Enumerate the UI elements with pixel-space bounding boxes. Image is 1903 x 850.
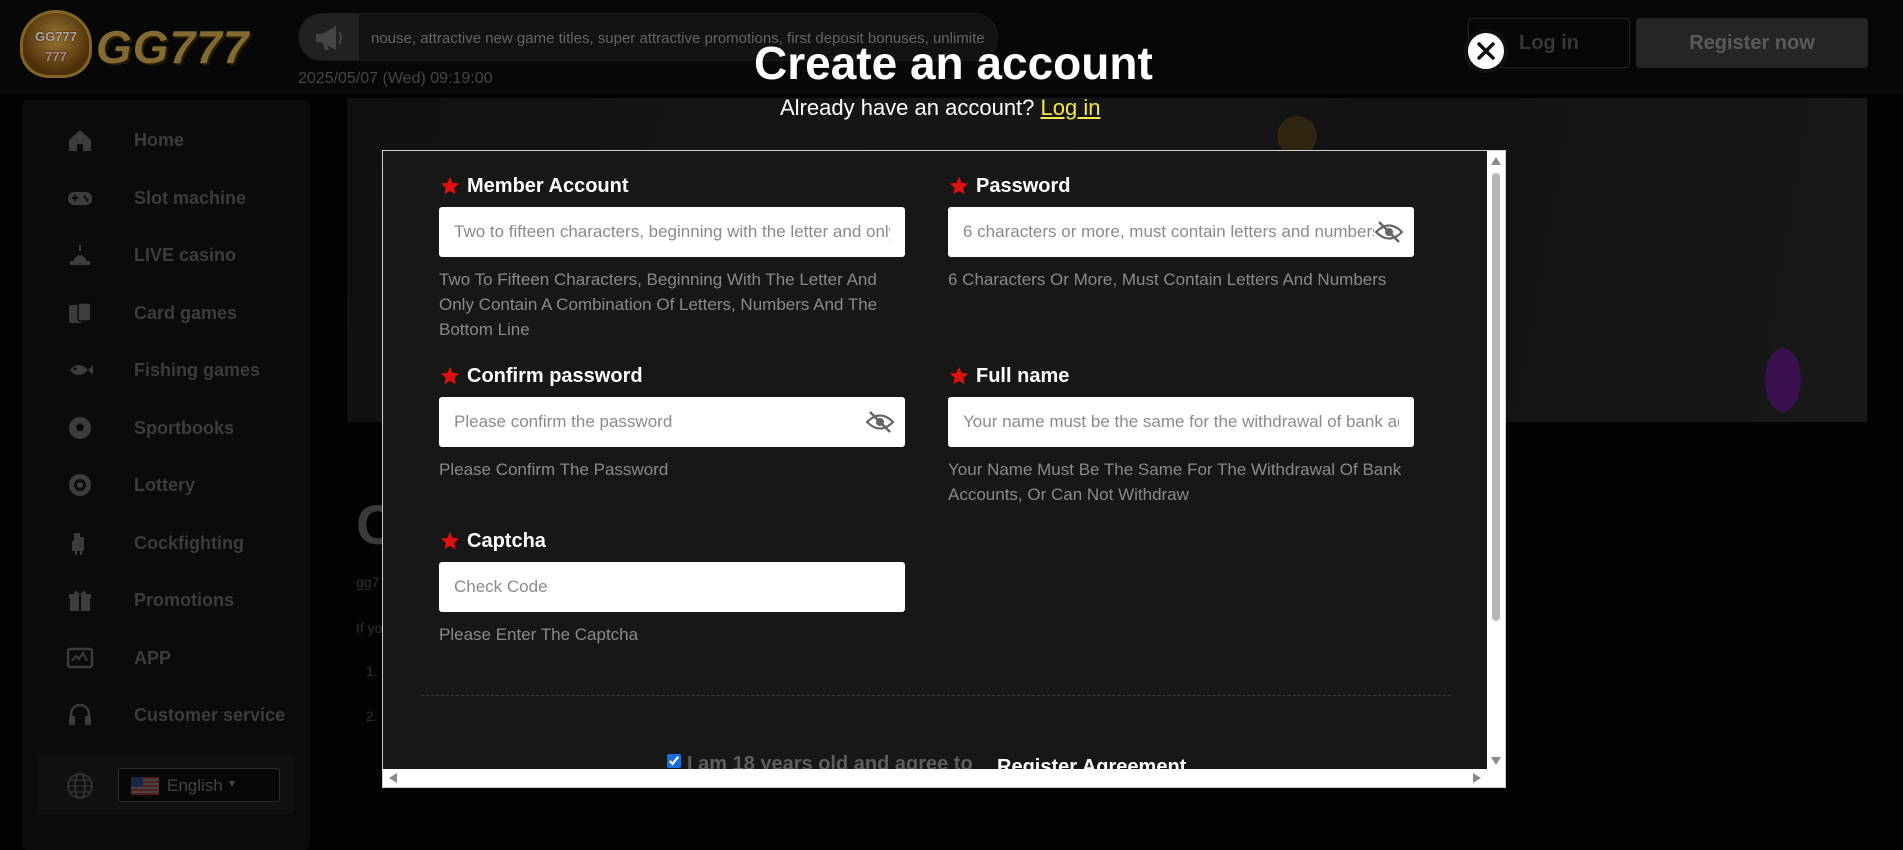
captcha-label: Captcha <box>439 530 905 556</box>
modal-login-link[interactable]: Log in <box>1041 95 1101 120</box>
scroll-down-icon[interactable] <box>1491 757 1501 765</box>
field-label-text: Captcha <box>467 530 546 552</box>
member-account-field: Member Account Two To Fifteen Characters… <box>439 175 905 339</box>
member-account-input-wrap <box>439 207 905 257</box>
required-star-icon <box>949 366 969 385</box>
horizontal-scrollbar[interactable] <box>383 769 1505 787</box>
scroll-up-icon[interactable] <box>1491 157 1501 165</box>
required-star-icon <box>440 531 460 550</box>
captcha-field: Captcha Please Enter The Captcha <box>439 530 905 644</box>
captcha-input-wrap <box>439 562 905 612</box>
full-name-input[interactable] <box>948 397 1414 447</box>
field-label-text: Full name <box>976 365 1070 387</box>
register-form: Member Account Two To Fifteen Characters… <box>382 150 1506 788</box>
confirm-password-input[interactable] <box>439 397 905 447</box>
scrollbar-thumb[interactable] <box>1492 173 1500 621</box>
captcha-hint: Please Enter The Captcha <box>439 625 639 644</box>
member-account-input[interactable] <box>439 207 905 257</box>
modal-title: Create an account <box>754 37 1153 89</box>
password-label: Password <box>948 175 1414 201</box>
scroll-left-icon[interactable] <box>389 773 397 783</box>
member-account-hint: Two To Fifteen Characters, Beginning Wit… <box>439 270 878 339</box>
vertical-scrollbar[interactable] <box>1487 151 1505 771</box>
field-label-text: Confirm password <box>467 365 643 387</box>
scroll-right-icon[interactable] <box>1473 773 1481 783</box>
full-name-label: Full name <box>948 365 1414 391</box>
close-modal-button[interactable] <box>1464 29 1508 73</box>
form-divider <box>421 695 1451 696</box>
password-hint: 6 Characters Or More, Must Contain Lette… <box>948 270 1387 289</box>
confirm-password-label: Confirm password <box>439 365 905 391</box>
confirm-password-hint: Please Confirm The Password <box>439 460 669 479</box>
captcha-input[interactable] <box>439 562 905 612</box>
required-star-icon <box>440 366 460 385</box>
password-input-wrap <box>948 207 1414 257</box>
eye-off-icon[interactable] <box>1374 219 1404 245</box>
field-label-text: Member Account <box>467 175 629 197</box>
confirm-password-field: Confirm password Please Confirm The Pass… <box>439 365 905 479</box>
confirm-password-input-wrap <box>439 397 905 447</box>
password-input[interactable] <box>948 207 1414 257</box>
required-star-icon <box>949 176 969 195</box>
modal-subtitle-text: Already have an account? <box>780 95 1035 120</box>
full-name-field: Full name Your Name Must Be The Same For… <box>948 365 1414 504</box>
modal-subtitle: Already have an account? Log in <box>780 95 1100 121</box>
agreement-checkbox[interactable] <box>667 754 681 768</box>
full-name-hint: Your Name Must Be The Same For The Withd… <box>948 460 1402 504</box>
close-icon <box>1477 42 1495 60</box>
required-star-icon <box>440 176 460 195</box>
password-field: Password 6 Characters Or More, Must Cont… <box>948 175 1414 289</box>
full-name-input-wrap <box>948 397 1414 447</box>
eye-off-icon[interactable] <box>865 409 895 435</box>
member-account-label: Member Account <box>439 175 905 201</box>
field-label-text: Password <box>976 175 1071 197</box>
page: GG777 777 GG777 nouse, attractive new ga… <box>0 0 1903 850</box>
